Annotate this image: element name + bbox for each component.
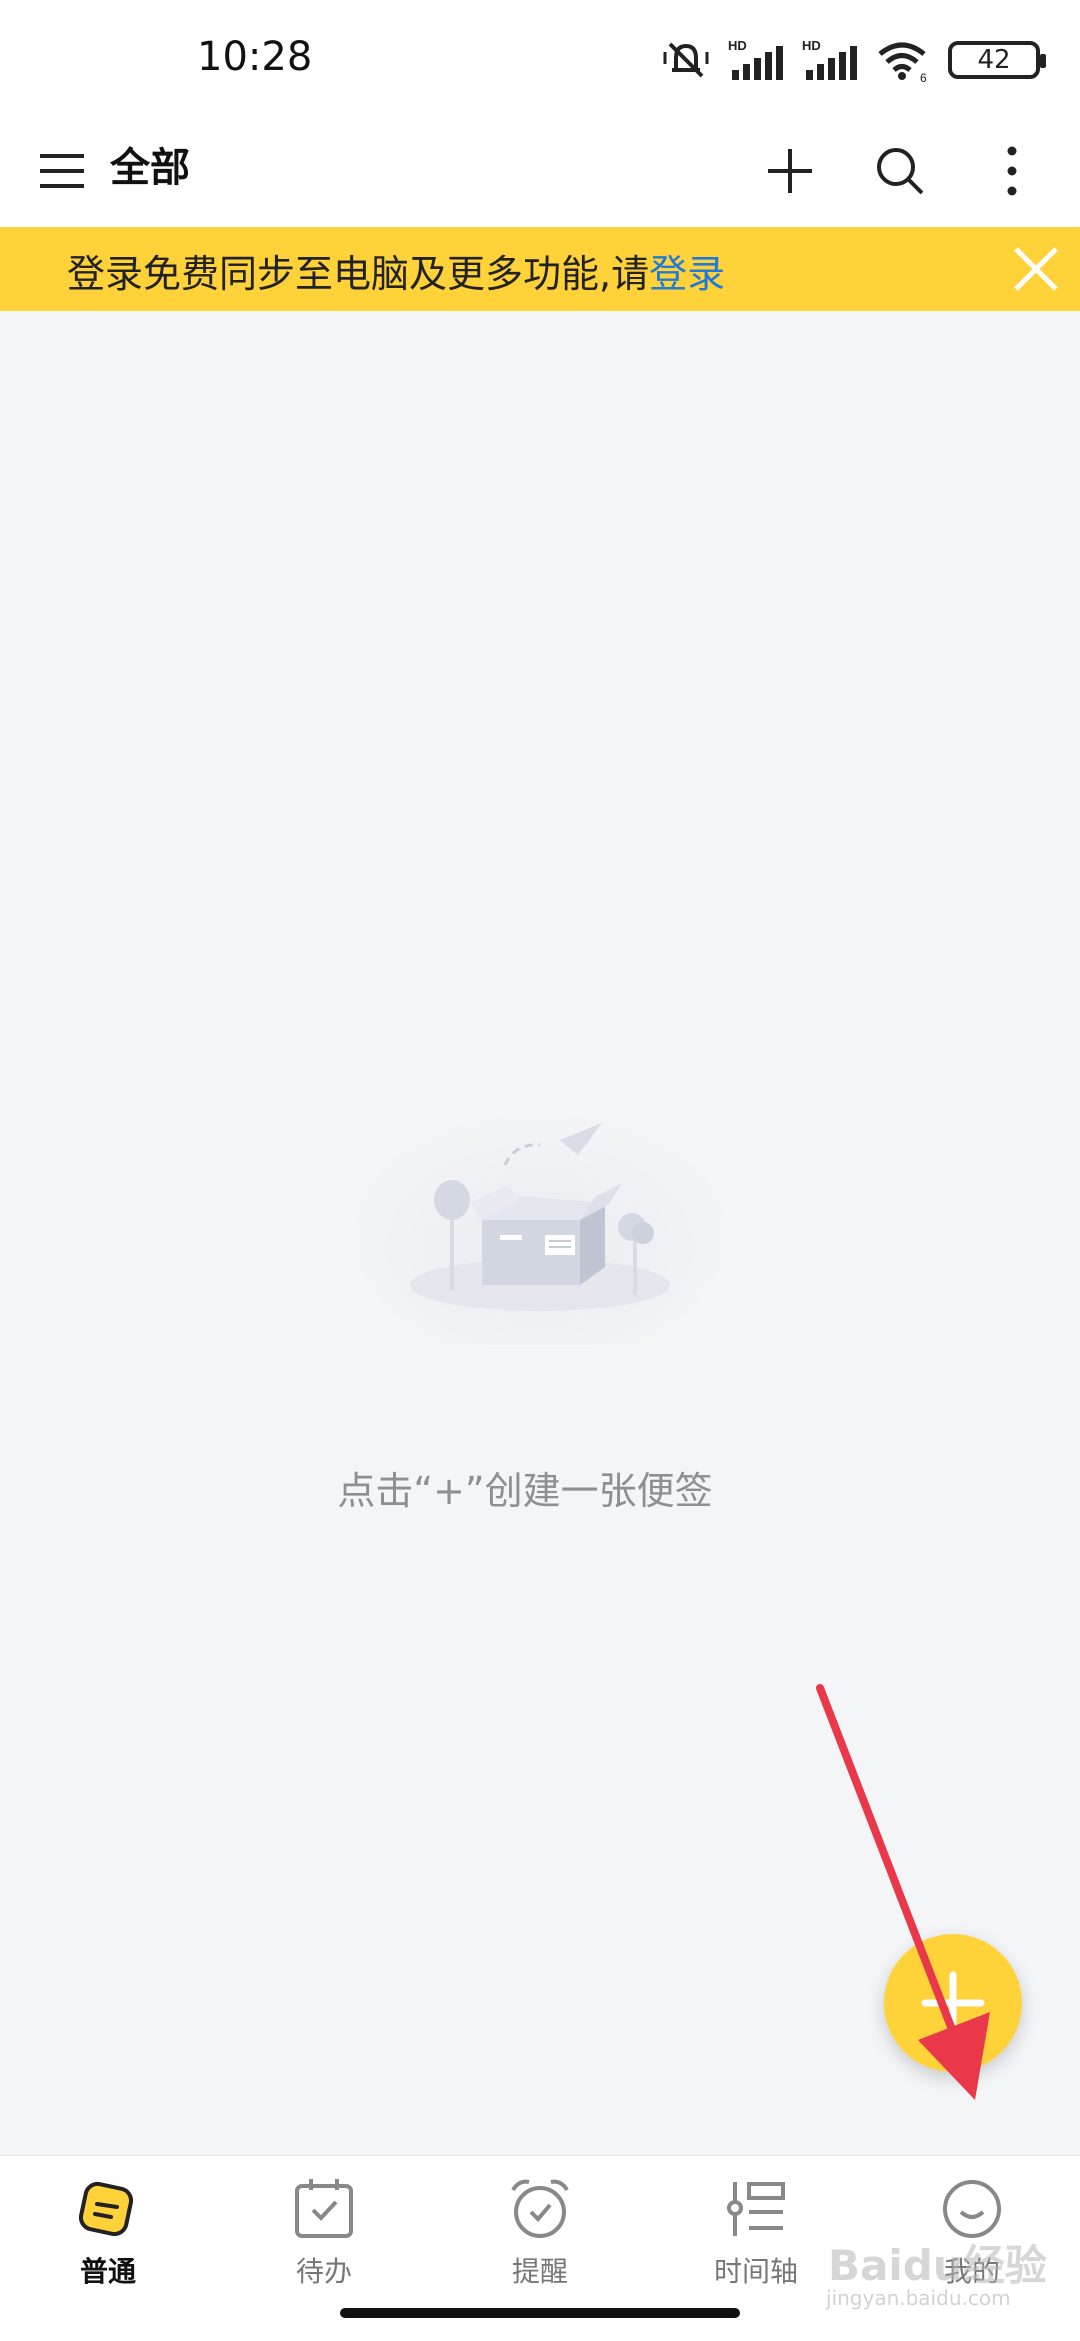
banner-text: 登录免费同步至电脑及更多功能,请登录 (67, 243, 725, 298)
hamburger-menu-icon (40, 154, 84, 188)
signal-hd-label: HD (728, 38, 747, 53)
close-icon (1014, 247, 1058, 291)
app-bar: 全部 (0, 115, 1080, 227)
new-note-fab[interactable] (884, 1934, 1022, 2072)
empty-box-illustration (355, 1110, 725, 1345)
nav-label-reminder: 提醒 (511, 2255, 568, 2288)
plus-icon (921, 1971, 985, 2035)
nav-item-reminder[interactable]: 提醒 (470, 2174, 610, 2304)
battery-indicator: 42 (948, 41, 1046, 79)
nav-label-timeline: 时间轴 (713, 2255, 798, 2288)
nav-item-todo[interactable]: 待办 (254, 2174, 394, 2304)
more-vertical-icon (1007, 146, 1017, 196)
login-link[interactable]: 登录 (649, 252, 725, 296)
plus-icon (768, 149, 812, 193)
watermark-sub: jingyan.baidu.com (826, 2286, 1011, 2310)
nav-item-timeline[interactable]: 时间轴 (686, 2174, 826, 2304)
alarm-clock-icon (511, 2179, 569, 2238)
signal-icon: HD (728, 38, 783, 80)
mute-vibrate-icon (663, 42, 709, 78)
login-banner: 登录免费同步至电脑及更多功能,请登录 (0, 227, 1080, 311)
search-button[interactable] (860, 131, 940, 211)
banner-message: 登录免费同步至电脑及更多功能,请 (67, 252, 650, 296)
wifi-icon: 6 (878, 42, 927, 82)
banner-close-button[interactable] (1006, 239, 1066, 299)
signal-hd-label-2: HD (802, 38, 821, 53)
search-icon (877, 148, 924, 195)
timeline-icon (727, 2182, 785, 2236)
battery-level: 42 (977, 45, 1011, 75)
home-indicator[interactable] (340, 2308, 740, 2318)
svg-text:6: 6 (920, 71, 927, 82)
nav-label-todo: 待办 (295, 2255, 352, 2288)
watermark: Baidu经验 (828, 2241, 1047, 2290)
menu-button[interactable] (22, 131, 102, 211)
add-button[interactable] (750, 131, 830, 211)
status-time: 10:28 (197, 34, 313, 80)
signal-icon-2: HD (802, 38, 857, 80)
empty-state-text: 点击“+”创建一张便签 (337, 1469, 713, 1513)
page-title[interactable]: 全部 (110, 135, 190, 193)
calendar-check-icon (295, 2179, 353, 2238)
nav-item-normal[interactable]: 普通 (38, 2174, 178, 2304)
more-options-button[interactable] (972, 131, 1052, 211)
nav-label-normal: 普通 (79, 2255, 136, 2288)
status-bar: 10:28 HD HD 6 42 (0, 0, 1080, 115)
note-icon (78, 2181, 134, 2237)
status-icons: HD HD 6 42 (662, 30, 1046, 90)
